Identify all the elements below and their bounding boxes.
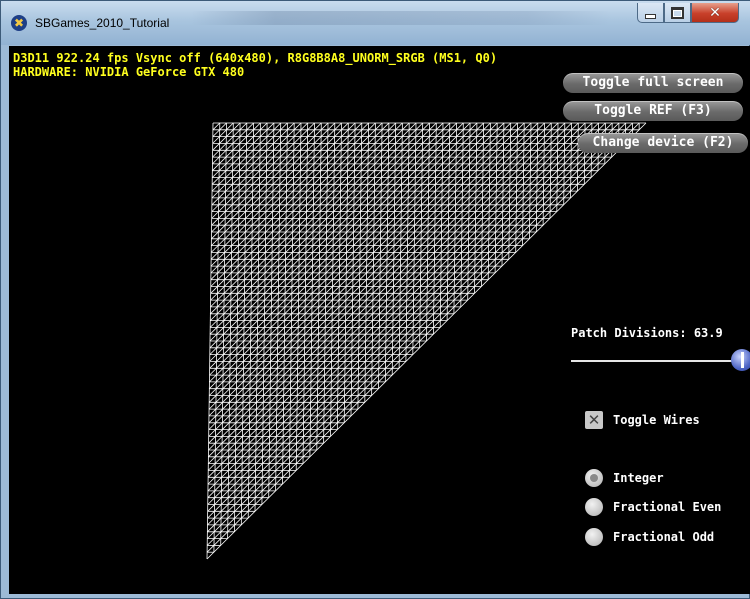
wire-line <box>208 122 545 458</box>
wire-line <box>211 122 275 185</box>
minimize-button[interactable] <box>637 3 664 23</box>
wire-line <box>542 122 545 226</box>
hud-stats-line: D3D11 922.24 fps Vsync off (640x480), R8… <box>13 51 498 65</box>
wire-line <box>212 122 248 158</box>
title-bar[interactable]: ✖ SBGames_2010_Tutorial ✕ <box>1 1 750 45</box>
maximize-icon <box>671 6 684 19</box>
wire-line <box>210 122 383 294</box>
wire-line <box>474 122 478 294</box>
window-title: SBGames_2010_Tutorial <box>35 16 170 30</box>
wire-line <box>210 122 369 280</box>
toggle-full-screen-button[interactable]: Toggle full screen <box>563 73 743 93</box>
wire-line <box>487 122 491 280</box>
close-icon: ✕ <box>709 4 721 21</box>
title-bar-glass-reflection <box>191 11 611 25</box>
wire-line <box>309 122 315 457</box>
wire-line <box>211 122 288 199</box>
wire-line <box>336 122 342 430</box>
wire-line <box>209 122 478 389</box>
wire-line <box>211 122 315 226</box>
wire-line <box>210 122 410 321</box>
wire-line <box>209 122 451 362</box>
wire-line <box>240 122 248 525</box>
radio-fractional-odd[interactable] <box>585 528 603 546</box>
wire-line <box>583 122 586 185</box>
wire-line <box>378 122 383 389</box>
wire-line <box>209 122 464 376</box>
wire-line <box>207 122 559 471</box>
render-viewport[interactable]: D3D11 922.24 fps Vsync off (640x480), R8… <box>9 46 750 594</box>
wire-line <box>212 122 221 131</box>
toggle-wires-checkbox[interactable]: ✕ <box>585 411 603 429</box>
wire-line <box>210 122 342 253</box>
toggle-wires-label[interactable]: Toggle Wires <box>613 412 700 428</box>
change-device-button[interactable]: Change device (F2) <box>578 133 748 153</box>
wire-line <box>391 122 397 376</box>
hud-hardware-line: HARDWARE: NVIDIA GeForce GTX 480 <box>13 65 245 79</box>
wire-line <box>227 122 234 539</box>
radio-integer-label[interactable]: Integer <box>613 470 664 486</box>
wire-line <box>207 122 626 539</box>
wire-line <box>529 122 532 239</box>
app-window: ✖ SBGames_2010_Tutorial ✕ D3D11 922.24 f… <box>0 0 750 599</box>
maximize-button[interactable] <box>664 3 691 23</box>
wire-line <box>295 122 302 471</box>
wire-line <box>570 122 572 198</box>
patch-divisions-slider-thumb[interactable] <box>731 349 750 371</box>
checkbox-x-icon: ✕ <box>587 411 601 429</box>
sbgames-app-icon[interactable]: ✖ <box>11 15 27 31</box>
wire-line <box>213 122 221 553</box>
radio-fractional-odd-label[interactable]: Fractional Odd <box>613 529 714 545</box>
toggle-ref-button[interactable]: Toggle REF (F3) <box>563 101 743 121</box>
radio-fractional-even-label[interactable]: Fractional Even <box>613 499 721 515</box>
minimize-icon <box>645 13 656 19</box>
radio-integer[interactable] <box>585 469 603 487</box>
patch-divisions-slider-track[interactable] <box>571 360 741 362</box>
close-button[interactable]: ✕ <box>691 3 739 23</box>
wire-line <box>515 122 518 253</box>
wire-line <box>433 122 437 335</box>
radio-fractional-even[interactable] <box>585 498 603 516</box>
patch-divisions-label: Patch Divisions: 63.9 <box>571 326 723 340</box>
